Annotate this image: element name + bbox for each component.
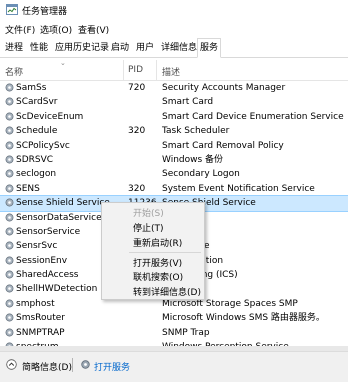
tab-details[interactable]: 详细信息 (159, 40, 199, 56)
context-menu: 开始(S) 停止(T) 重新启动(R) 打开服务(V) 联机搜索(O) 转到详细… (101, 202, 205, 300)
service-name: SENS (16, 183, 40, 194)
service-gear-icon (5, 83, 14, 92)
column-description[interactable]: 描述 (162, 65, 180, 78)
service-pid: 320 (128, 126, 146, 137)
tab-strip: 进程 性能 应用历史记录 启动 用户 详细信息 服务 (0, 38, 348, 58)
menu-search-online[interactable]: 联机搜索(O) (133, 270, 183, 283)
service-row[interactable]: SCardSvr Smart Card (0, 95, 348, 109)
service-gear-icon (5, 141, 14, 150)
service-name: SCardSvr (16, 97, 58, 108)
service-gear-icon (5, 256, 14, 265)
service-row[interactable]: ScDeviceEnum Smart Card Device Enumeratio… (0, 110, 348, 124)
service-gear-icon (5, 155, 14, 164)
service-name: SensrSvc (16, 241, 58, 252)
tab-startup[interactable]: 启动 (109, 40, 131, 56)
tab-performance[interactable]: 性能 (28, 40, 50, 56)
column-header: 名称 PID 描述 (0, 60, 348, 81)
service-gear-icon (5, 97, 14, 106)
window-title: 任务管理器 (22, 7, 68, 17)
service-name: seclogon (16, 169, 57, 180)
service-gear-icon (5, 270, 14, 279)
service-description: Smart Card Device Enumeration Service (162, 111, 344, 122)
column-name[interactable]: 名称 (5, 65, 23, 78)
footer-divider (72, 358, 73, 372)
service-gear-icon (5, 198, 14, 207)
service-name: SamSs (16, 83, 47, 93)
service-description: Task Scheduler (162, 126, 230, 137)
service-name: SDRSVC (16, 154, 54, 165)
service-description: SNMP Trap (162, 327, 210, 338)
service-name: SensorService (16, 226, 81, 237)
tab-users[interactable]: 用户 (134, 40, 156, 56)
title-bar: 任务管理器 (0, 0, 348, 20)
service-gear-icon (5, 328, 14, 337)
service-description: Smart Card (162, 97, 214, 108)
footer: 简略信息(D) 打开服务 (0, 351, 348, 382)
service-gear-icon (5, 169, 14, 178)
service-description: System Event Notification Service (162, 183, 315, 194)
menu-open-services[interactable]: 打开服务(V) (133, 256, 182, 269)
service-row[interactable]: SamSs 720 Security Accounts Manager (0, 81, 348, 95)
service-name: SensorDataService (16, 212, 102, 223)
column-divider[interactable] (156, 60, 157, 80)
service-gear-icon (5, 284, 14, 293)
service-name: Sense Shield Service (16, 198, 110, 209)
column-divider[interactable] (123, 60, 124, 80)
service-row[interactable]: Schedule 320 Task Scheduler (0, 124, 348, 138)
service-gear-icon (5, 213, 14, 222)
services-gear-icon[interactable] (80, 359, 91, 370)
menu-separator (129, 252, 201, 253)
fewer-details-link[interactable]: 简略信息(D) (22, 360, 72, 373)
service-gear-icon (5, 112, 14, 121)
service-gear-icon (5, 241, 14, 250)
service-gear-icon (5, 299, 14, 308)
service-description: Secondary Logon (162, 169, 240, 180)
service-name: SessionEnv (16, 255, 68, 266)
service-name: Schedule (16, 126, 58, 137)
open-services-link[interactable]: 打开服务 (94, 360, 130, 373)
task-manager-icon (6, 4, 18, 15)
chevron-up-circle-icon[interactable] (6, 359, 17, 370)
tab-app-history[interactable]: 应用历史记录 (53, 40, 111, 56)
service-row[interactable]: SNMPTRAP SNMP Trap (0, 326, 348, 340)
service-name: SNMPTRAP (16, 327, 65, 338)
service-row[interactable]: SDRSVC Windows 备份 (0, 153, 348, 167)
service-gear-icon (5, 184, 14, 193)
sort-caret-icon: ⌄ (60, 59, 66, 67)
menu-stop[interactable]: 停止(T) (133, 221, 164, 234)
menu-view[interactable]: 查看(V) (78, 23, 109, 36)
menu-start[interactable]: 开始(S) (133, 206, 164, 219)
service-description: Windows 备份 (162, 154, 224, 165)
tab-processes[interactable]: 进程 (3, 40, 25, 56)
service-pid: 720 (128, 83, 146, 93)
service-description: Security Accounts Manager (162, 83, 286, 93)
menu-options[interactable]: 选项(O) (40, 23, 72, 36)
menu-file[interactable]: 文件(F) (5, 23, 35, 36)
service-name: ShellHWDetection (16, 284, 98, 295)
service-name: smphost (16, 298, 55, 309)
service-row[interactable]: seclogon Secondary Logon (0, 167, 348, 181)
service-name: SmsRouter (16, 313, 65, 324)
menu-restart[interactable]: 重新启动(R) (133, 236, 182, 249)
service-pid: 320 (128, 183, 146, 194)
service-name: ScDeviceEnum (16, 111, 84, 122)
service-description: Smart Card Removal Policy (162, 140, 284, 151)
service-description: Microsoft Windows SMS 路由器服务。 (162, 313, 325, 324)
service-name: SCPolicySvc (16, 140, 70, 151)
service-gear-icon (5, 227, 14, 236)
service-gear-icon (5, 126, 14, 135)
service-name: SharedAccess (16, 270, 79, 281)
service-gear-icon (5, 313, 14, 322)
menu-go-to-details[interactable]: 转到详细信息(D) (133, 285, 201, 298)
service-row[interactable]: SENS 320 System Event Notification Service (0, 182, 348, 196)
service-row[interactable]: SmsRouter Microsoft Windows SMS 路由器服务。 (0, 311, 348, 325)
tab-services[interactable]: 服务 (197, 38, 222, 58)
menu-bar: 文件(F) 选项(O) 查看(V) (0, 21, 348, 37)
service-row[interactable]: SCPolicySvc Smart Card Removal Policy (0, 139, 348, 153)
column-pid[interactable]: PID (128, 65, 143, 75)
